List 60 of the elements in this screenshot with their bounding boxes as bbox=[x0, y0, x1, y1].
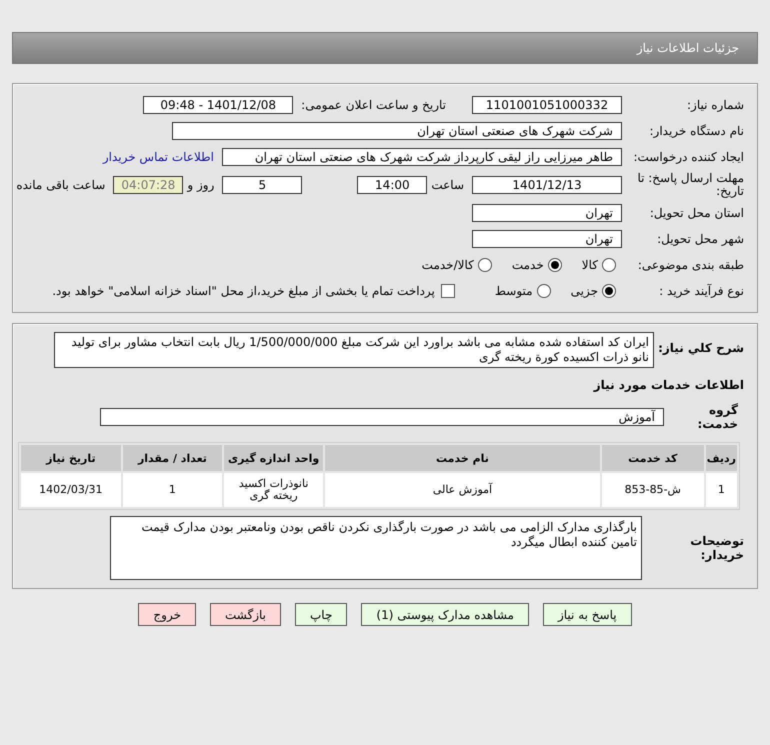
action-button[interactable]: پاسخ به نیاز bbox=[542, 603, 632, 626]
field-label: شهر محل تحویل: bbox=[656, 232, 744, 246]
field-label: توضیحات خریدار: bbox=[689, 534, 744, 562]
radio-label: متوسط bbox=[494, 284, 533, 298]
field-label: طبقه بندی موضوعی: bbox=[636, 258, 744, 272]
announce-date-field: 1401/12/08 - 09:48 bbox=[143, 96, 294, 114]
radio-label: جزیی bbox=[570, 284, 598, 298]
action-button[interactable]: بازگشت bbox=[210, 603, 281, 626]
field-label: شرح کلي نياز: bbox=[657, 341, 744, 355]
requester-field: طاهر میرزایی راز لیقی کارپرداز شرکت شهرک های صنعتی استان تهران bbox=[222, 148, 622, 166]
radio-button[interactable] bbox=[548, 258, 562, 272]
radio-label: خدمت bbox=[512, 258, 544, 272]
field-label: استان محل تحویل: bbox=[648, 206, 744, 220]
action-button[interactable]: چاپ bbox=[295, 603, 348, 626]
table-cell: نانوذرات اکسید ریخته گری bbox=[224, 473, 324, 507]
field-label: روز و bbox=[187, 178, 214, 192]
checkbox[interactable] bbox=[440, 284, 455, 298]
field-label: ساعت bbox=[431, 178, 464, 192]
radio-button[interactable] bbox=[602, 284, 616, 298]
column-header: تاریخ نیاز bbox=[21, 445, 121, 471]
deadline-time-field: 14:00 bbox=[357, 176, 428, 194]
radio-button[interactable] bbox=[536, 284, 551, 298]
service-group-field: آموزش bbox=[100, 408, 664, 426]
column-header: نام خدمت bbox=[325, 445, 600, 471]
radio-label: کالا bbox=[582, 258, 598, 272]
column-header: ردیف bbox=[706, 445, 737, 471]
table-cell: 1 bbox=[706, 473, 737, 507]
province-field: تهران bbox=[472, 204, 622, 222]
table-cell: آموزش عالی bbox=[325, 473, 600, 507]
action-button[interactable]: خروج bbox=[138, 603, 196, 626]
field-label: تاریخ و ساعت اعلان عمومی: bbox=[301, 98, 446, 112]
field-label: نوع فرآیند خرید : bbox=[658, 284, 744, 298]
radio-button[interactable] bbox=[602, 258, 616, 272]
section-heading: اطلاعات خدمات مورد نیاز bbox=[594, 378, 744, 392]
field-label: پرداخت تمام یا بخشی از مبلغ خرید،از محل "اسناد خزانه اسلامی" خواهد بود. bbox=[52, 284, 435, 298]
deadline-date-field: 1401/12/13 bbox=[472, 176, 622, 194]
column-header: کد خدمت bbox=[602, 445, 704, 471]
table-cell: 1 bbox=[122, 473, 222, 507]
field-label: نام دستگاه خریدار: bbox=[648, 124, 744, 138]
city-field: تهران bbox=[472, 230, 622, 248]
action-button[interactable]: مشاهده مدارک پیوستی (1) bbox=[361, 603, 529, 626]
field-label: ساعت باقی مانده bbox=[16, 178, 106, 192]
remaining-time-field: 04:07:28 bbox=[113, 176, 184, 194]
field-label: گروه خدمت: bbox=[696, 403, 738, 431]
field-label: مهلت ارسال پاسخ: تا تاریخ: bbox=[636, 172, 744, 198]
contact-link[interactable]: اطلاعات تماس خریدار bbox=[102, 150, 214, 164]
buyer-org-field: شرکت شهرک های صنعتی استان تهران bbox=[172, 122, 622, 140]
column-header: تعداد / مقدار bbox=[122, 445, 222, 471]
need-number-field: 1101001051000332 bbox=[472, 96, 622, 114]
table-cell: ش-85-853 bbox=[602, 473, 704, 507]
table-cell: 1402/03/31 bbox=[21, 473, 121, 507]
field-label: شماره نیاز: bbox=[686, 98, 744, 112]
summary-field: ایران کد استفاده شده مشابه می باشد براورد این شرکت مبلغ 1/500/000/000 ریال بابت انتخاب مشاور برای تولید نانو ذرات اکسیده کورة ریخته گری bbox=[54, 332, 654, 368]
days-field: 5 bbox=[222, 176, 302, 194]
page-header: جزئیات اطلاعات نیاز bbox=[12, 32, 758, 64]
column-header: واحد اندازه گیری bbox=[224, 445, 324, 471]
radio-label: کالا/خدمت bbox=[422, 258, 474, 272]
radio-button[interactable] bbox=[478, 258, 492, 272]
notes-field: بارگذاری مدارک الزامی می باشد در صورت بارگذاری نکردن ناقص بودن ونامعتبر بودن مدارک قیمت تامین کننده ابطال میگردد bbox=[110, 516, 642, 580]
field-label: ایجاد کننده درخواست: bbox=[632, 150, 744, 164]
